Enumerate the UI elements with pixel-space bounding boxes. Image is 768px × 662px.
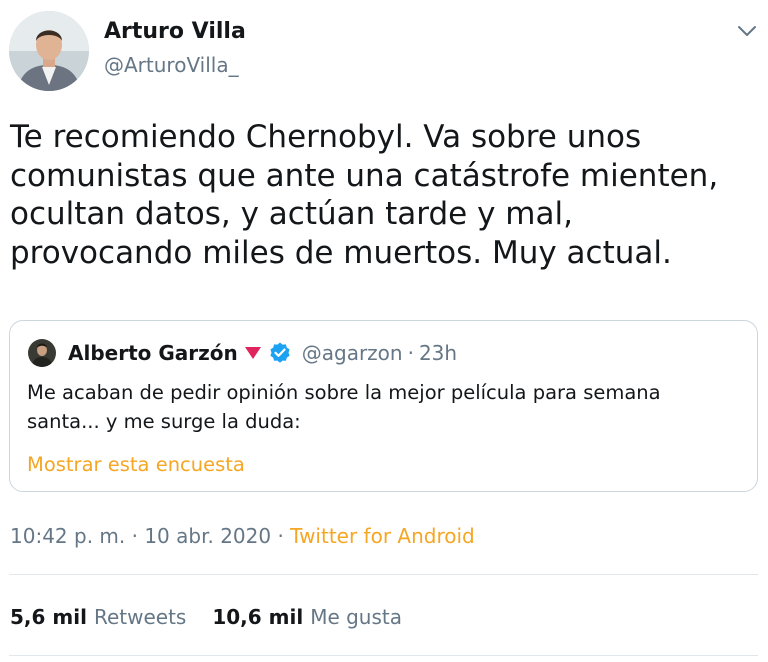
tweet-text-line: Te recomiendo Chernobyl. Va sobre unos <box>10 119 642 155</box>
verified-badge-icon <box>270 342 290 363</box>
quoted-separator: · <box>407 341 414 365</box>
red-triangle-icon <box>244 347 261 359</box>
likes-label: Me gusta <box>310 605 402 629</box>
tweet-date[interactable]: 10 abr. 2020 <box>144 524 271 548</box>
quoted-tweet-header: Alberto Garzón @agarzon · 23h <box>68 338 457 368</box>
likes-stat[interactable]: 10,6 mil Me gusta <box>212 603 402 631</box>
show-poll-link[interactable]: Mostrar esta encuesta <box>27 452 245 478</box>
tweet-text-line: comunistas que ante una catástrofe mient… <box>10 157 719 194</box>
retweets-label: Retweets <box>93 605 187 629</box>
tweet-stats: 5,6 mil Retweets 10,6 mil Me gusta <box>10 603 402 631</box>
quoted-timestamp: 23h <box>418 341 458 365</box>
quoted-text-line: Me acaban de pedir opinión sobre la mejo… <box>27 381 661 404</box>
tweet-meta: 10:42 p. m. · 10 abr. 2020 · Twitter for… <box>10 522 475 550</box>
quoted-text-line: santa... y me surge la duda: <box>27 410 301 433</box>
quoted-author-handle: @agarzon <box>301 341 403 365</box>
tweet-page: { "author": { "name": "Arturo Villa", "h… <box>0 0 768 662</box>
author-avatar[interactable] <box>9 11 89 91</box>
author-name[interactable]: Arturo Villa <box>104 18 246 46</box>
tweet-time[interactable]: 10:42 p. m. <box>10 524 125 548</box>
quoted-tweet-text: Me acaban de pedir opinión sobre la mejo… <box>27 378 739 436</box>
chevron-down-icon[interactable] <box>734 18 760 44</box>
quoted-tweet-card[interactable]: Alberto Garzón @agarzon · 23h Me acaban … <box>9 320 758 492</box>
tweet-source-link[interactable]: Twitter for Android <box>290 524 475 548</box>
meta-separator: · <box>125 524 145 548</box>
quoted-author-avatar <box>28 339 56 367</box>
meta-separator: · <box>271 524 291 548</box>
divider <box>9 655 758 656</box>
quoted-author-name: Alberto Garzón <box>68 341 238 365</box>
retweets-stat[interactable]: 5,6 mil Retweets <box>10 603 186 631</box>
tweet-text: Te recomiendo Chernobyl. Va sobre unos c… <box>10 118 750 272</box>
tweet-text-line: provocando miles de muertos. Muy actual. <box>10 234 672 271</box>
tweet-header: Arturo Villa @ArturoVilla_ <box>0 0 768 100</box>
divider <box>9 574 758 575</box>
retweets-count: 5,6 mil <box>10 605 87 629</box>
author-handle[interactable]: @ArturoVilla_ <box>104 52 239 78</box>
likes-count: 10,6 mil <box>212 605 304 629</box>
tweet-text-line: ocultan datos, y actúan tarde y mal, <box>10 196 573 232</box>
